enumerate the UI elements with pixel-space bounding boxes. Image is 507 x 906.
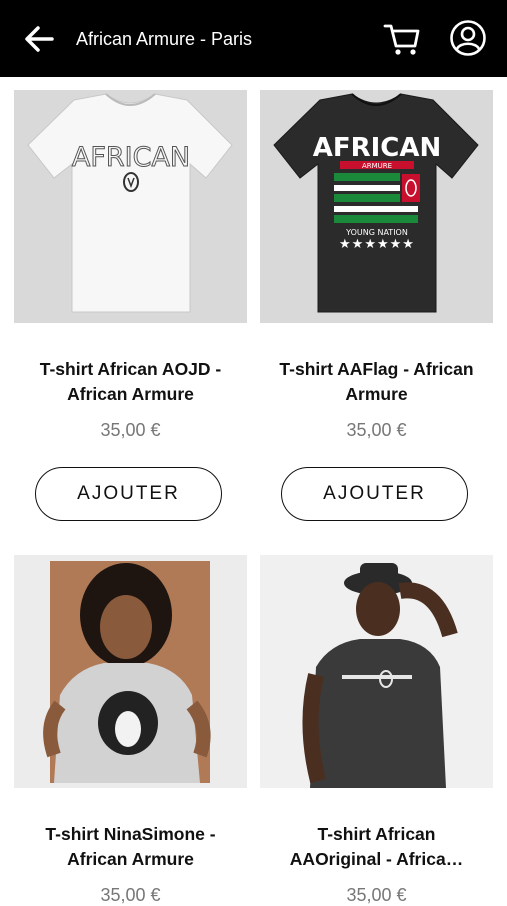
black-tshirt-image: AFRICAN ARMURE YOUNG NATION ★★★★★★	[260, 90, 493, 323]
add-to-cart-button[interactable]: AJOUTER	[281, 467, 468, 521]
shopping-cart-icon	[383, 24, 420, 55]
shirt-print-text: AFRICAN	[72, 142, 190, 173]
model-photo-image	[260, 555, 493, 788]
account-button[interactable]	[449, 19, 487, 57]
product-price: 35,00 €	[346, 420, 407, 440]
user-account-icon	[450, 20, 486, 56]
product-name[interactable]: T-shirt African AOJD - African Armure	[14, 357, 247, 407]
app-header: African Armure - Paris	[0, 0, 507, 77]
product-price: 35,00 €	[100, 420, 161, 440]
product-grid: AFRICAN T-shirt African AOJD - African A…	[0, 77, 507, 905]
shirt-print-subtext: ARMURE	[362, 162, 392, 170]
model-photo-image	[14, 555, 247, 788]
product-image[interactable]: AFRICAN	[14, 90, 247, 323]
add-to-cart-button[interactable]: AJOUTER	[35, 467, 222, 521]
product-price: 35,00 €	[346, 885, 407, 905]
cart-button[interactable]	[382, 18, 422, 58]
arrow-left-icon	[25, 26, 54, 52]
product-price: 35,00 €	[100, 885, 161, 905]
svg-text:★★★★★★: ★★★★★★	[339, 237, 415, 252]
product-image[interactable]	[14, 555, 247, 788]
shirt-print-tagline: YOUNG NATION	[345, 228, 408, 237]
back-button[interactable]	[22, 22, 56, 56]
product-name[interactable]: T-shirt African AAOriginal - Africa…	[260, 822, 493, 872]
shirt-print-text: AFRICAN	[313, 133, 442, 163]
product-name[interactable]: T-shirt AAFlag - African Armure	[260, 357, 493, 407]
product-name[interactable]: T-shirt NinaSimone - African Armure	[14, 822, 247, 872]
page-title: African Armure - Paris	[76, 29, 253, 49]
product-image[interactable]	[260, 555, 493, 788]
product-image[interactable]: AFRICAN ARMURE YOUNG NATION ★★★★★★	[260, 90, 493, 323]
white-tshirt-image: AFRICAN	[14, 90, 247, 323]
